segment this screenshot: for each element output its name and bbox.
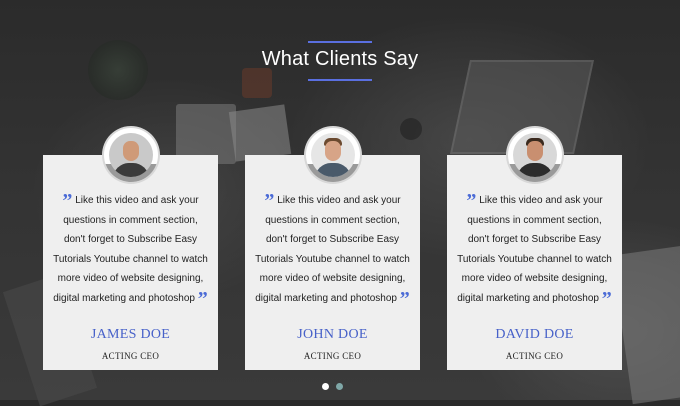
client-role: ACTING CEO — [101, 351, 160, 361]
mug-image — [242, 68, 272, 98]
testimonial-quote: ” Like this video and ask your questions… — [457, 190, 612, 310]
man-with-glasses-avatar-icon — [513, 133, 557, 177]
title-bottom-divider — [308, 79, 372, 81]
testimonial-card: ” Like this video and ask your questions… — [447, 155, 622, 370]
client-name: JOHN DOE — [297, 327, 368, 342]
testimonial-quote: ” Like this video and ask your questions… — [255, 190, 410, 310]
testimonial-card: ” Like this video and ask your questions… — [43, 155, 218, 370]
close-quote-icon: ” — [399, 287, 410, 310]
client-role: ACTING CEO — [303, 351, 362, 361]
close-quote-icon: ” — [197, 287, 208, 310]
client-role: ACTING CEO — [505, 351, 564, 361]
testimonial-quote: ” Like this video and ask your questions… — [53, 190, 208, 310]
client-name: DAVID DOE — [495, 327, 574, 342]
open-quote-icon: ” — [62, 190, 73, 212]
avatar — [306, 128, 360, 182]
quote-text: Like this video and ask your questions i… — [457, 195, 612, 304]
close-quote-icon: ” — [601, 287, 612, 310]
title-top-divider — [308, 41, 372, 43]
open-quote-icon: ” — [466, 190, 477, 212]
ornament-image — [400, 118, 422, 140]
client-name: JAMES DOE — [90, 327, 171, 342]
bearded-man-avatar-icon — [311, 133, 355, 177]
section-title: What Clients Say — [261, 48, 419, 70]
notepad-image — [228, 104, 292, 162]
quote-text: Like this video and ask your questions i… — [255, 195, 410, 304]
quote-text: Like this video and ask your questions i… — [53, 195, 208, 304]
carousel-dot-2[interactable] — [336, 383, 343, 390]
avatar — [508, 128, 562, 182]
bald-bearded-man-avatar-icon — [109, 133, 153, 177]
avatar — [104, 128, 158, 182]
open-quote-icon: ” — [264, 190, 275, 212]
carousel-dot-1[interactable] — [322, 383, 329, 390]
testimonial-card: ” Like this video and ask your questions… — [245, 155, 420, 370]
newspaper-image — [611, 245, 680, 405]
